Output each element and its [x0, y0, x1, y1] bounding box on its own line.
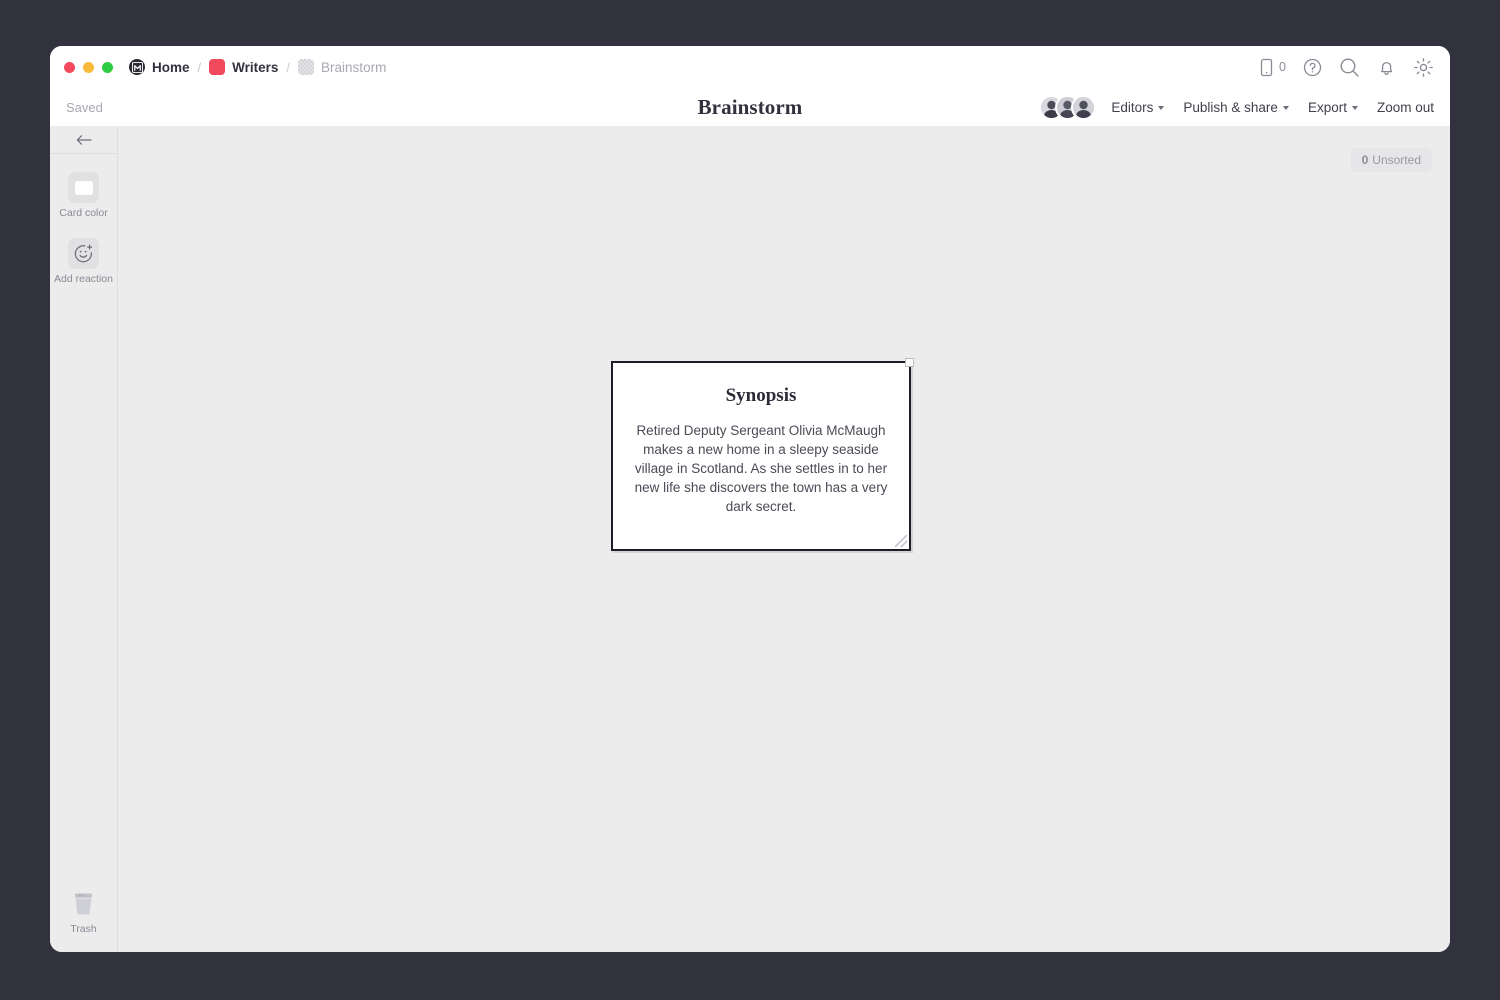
chevron-down-icon: [1352, 106, 1358, 110]
synopsis-card-body[interactable]: Retired Deputy Sergeant Olivia McMaugh m…: [631, 421, 891, 516]
maximize-window-button[interactable]: [102, 62, 113, 73]
titlebar: Home / Writers / Brainstorm 0: [50, 46, 1450, 88]
add-reaction-icon: [68, 238, 99, 269]
editor-avatar-stack[interactable]: [1039, 95, 1096, 120]
tool-sidebar: Card color Add reaction: [50, 126, 118, 952]
editor-avatar-3: [1071, 95, 1096, 120]
unsorted-label: Unsorted: [1372, 153, 1421, 167]
export-button-label: Export: [1308, 100, 1347, 115]
bell-icon[interactable]: [1377, 58, 1396, 77]
sidebar-collapse-button[interactable]: [50, 126, 117, 154]
tool-trash-label: Trash: [70, 924, 96, 936]
card-color-swatch-icon: [68, 172, 99, 203]
zoom-out-button-label: Zoom out: [1377, 100, 1434, 115]
breadcrumb-item-brainstorm[interactable]: Brainstorm: [298, 59, 386, 75]
breadcrumb-separator: /: [286, 60, 290, 75]
breadcrumb-item-home[interactable]: Home: [129, 59, 190, 75]
red-board-icon: [209, 59, 225, 75]
window-controls: [64, 62, 113, 73]
editors-button-label: Editors: [1111, 100, 1153, 115]
saved-status: Saved: [66, 100, 103, 115]
mobile-count: 0: [1279, 60, 1286, 74]
tool-card-color-label: Card color: [59, 208, 107, 220]
card-resize-handle[interactable]: [895, 535, 907, 547]
unsorted-count: 0: [1362, 153, 1369, 167]
breadcrumb-label-writers: Writers: [232, 60, 278, 75]
synopsis-card[interactable]: Synopsis Retired Deputy Sergeant Olivia …: [611, 361, 911, 551]
card-selection-handle[interactable]: [905, 358, 914, 367]
zoom-out-button[interactable]: Zoom out: [1377, 100, 1434, 115]
gray-board-icon: [298, 59, 314, 75]
minimize-window-button[interactable]: [83, 62, 94, 73]
publish-and-share-button[interactable]: Publish & share: [1183, 100, 1289, 115]
unsorted-badge[interactable]: 0 Unsorted: [1351, 148, 1432, 172]
publish-and-share-button-label: Publish & share: [1183, 100, 1278, 115]
arrow-left-icon: [76, 134, 92, 146]
breadcrumb-label-brainstorm: Brainstorm: [321, 60, 386, 75]
milanote-logo-icon: [129, 59, 145, 75]
board-canvas[interactable]: 0 Unsorted Synopsis Retired Deputy Serge…: [118, 126, 1450, 952]
tool-add-reaction[interactable]: Add reaction: [50, 238, 117, 286]
trash-icon: [68, 888, 99, 919]
gear-icon[interactable]: [1413, 57, 1434, 78]
app-window: Home / Writers / Brainstorm 0: [50, 46, 1450, 952]
mobile-icon[interactable]: 0: [1259, 58, 1286, 77]
chevron-down-icon: [1283, 106, 1289, 110]
editors-button[interactable]: Editors: [1111, 100, 1164, 115]
document-header: Saved Brainstorm: [50, 88, 1450, 126]
export-button[interactable]: Export: [1308, 100, 1358, 115]
titlebar-actions: 0: [1259, 57, 1434, 78]
header-actions: Editors Publish & share Export Zoom out: [1039, 95, 1434, 120]
breadcrumb-item-writers[interactable]: Writers: [209, 59, 278, 75]
breadcrumb: Home / Writers / Brainstorm: [129, 59, 386, 75]
body-area: Card color Add reaction: [50, 126, 1450, 952]
breadcrumb-label-home: Home: [152, 60, 190, 75]
tool-card-color[interactable]: Card color: [50, 172, 117, 220]
help-icon[interactable]: [1303, 58, 1322, 77]
breadcrumb-separator: /: [198, 60, 202, 75]
search-icon[interactable]: [1339, 57, 1360, 78]
tool-add-reaction-label: Add reaction: [54, 274, 113, 286]
tool-trash[interactable]: Trash: [50, 888, 117, 936]
close-window-button[interactable]: [64, 62, 75, 73]
synopsis-card-title: Synopsis: [631, 385, 891, 407]
chevron-down-icon: [1158, 106, 1164, 110]
